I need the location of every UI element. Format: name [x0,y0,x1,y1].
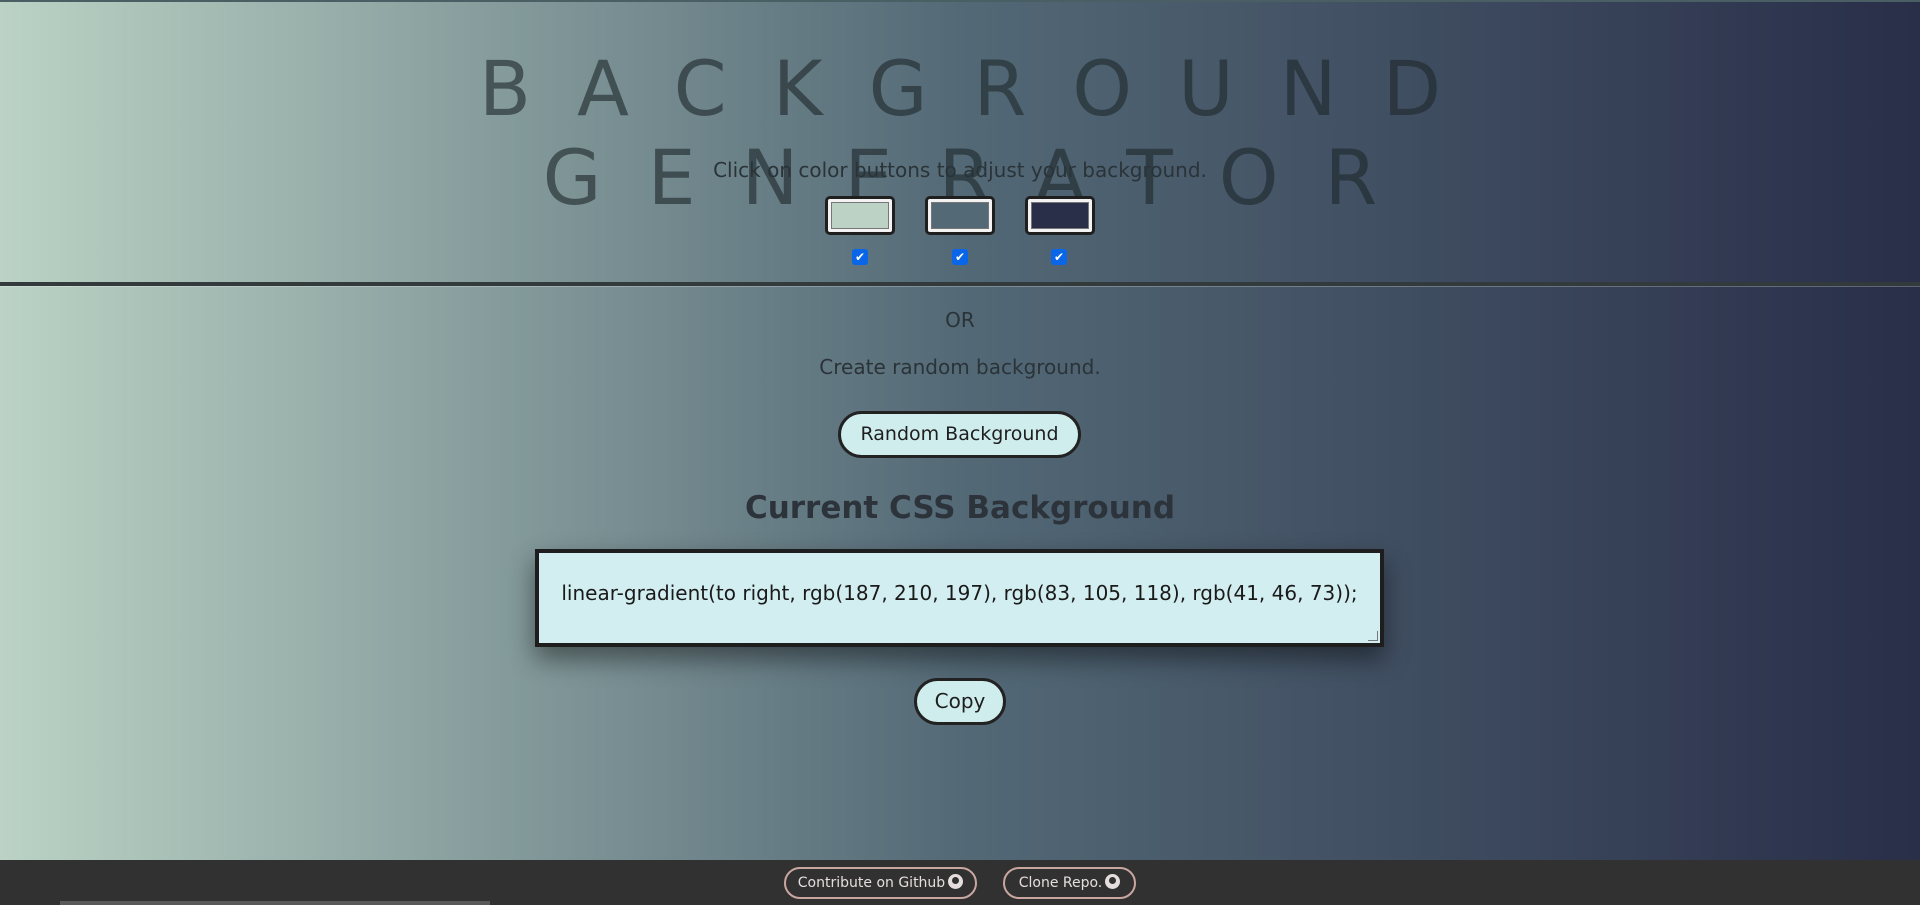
css-output-value: linear-gradient(to right, rgb(187, 210, … [561,581,1358,605]
github-icon [948,874,964,889]
footer-scroll-strip [60,901,490,905]
top-border [0,0,1920,2]
contribute-github-label: Contribute on Github [797,875,946,891]
or-label: OR [945,308,975,332]
color-swatch-2 [931,202,989,229]
color-picker-1[interactable] [825,196,895,235]
color-picker-3[interactable] [1025,196,1095,235]
color-1-checkbox[interactable]: ✔ [852,249,868,265]
instructions-text: Click on color buttons to adjust your ba… [713,158,1207,182]
clone-repo-link[interactable]: Clone Repo. [1003,867,1136,899]
css-output-textarea[interactable]: linear-gradient(to right, rgb(187, 210, … [535,549,1384,647]
copy-button[interactable]: Copy [914,678,1006,725]
clone-repo-label: Clone Repo. [1018,875,1103,891]
color-picker-2[interactable] [925,196,995,235]
contribute-github-link[interactable]: Contribute on Github [784,867,977,899]
css-output-heading: Current CSS Background [744,490,1176,526]
random-background-label: Create random background. [819,355,1101,379]
github-icon [1105,874,1121,889]
color-swatch-3 [1031,202,1089,229]
color-swatch-1 [831,202,889,229]
footer: Contribute on Github Clone Repo. [0,860,1920,905]
resize-handle[interactable] [1368,631,1378,641]
section-divider [0,282,1920,286]
random-background-button[interactable]: Random Background [838,411,1081,458]
color-2-checkbox[interactable]: ✔ [952,249,968,265]
color-3-checkbox[interactable]: ✔ [1051,249,1067,265]
